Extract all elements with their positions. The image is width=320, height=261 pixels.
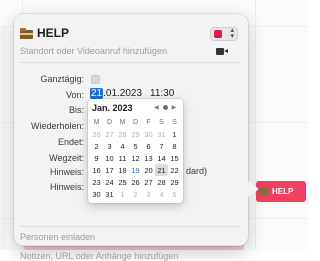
calendar-day[interactable]: 31	[103, 188, 116, 200]
calendar-day[interactable]: 22	[168, 164, 181, 176]
calendar-day[interactable]: 24	[103, 176, 116, 188]
all-day-checkbox[interactable]	[91, 75, 100, 84]
weekday-header: S	[159, 118, 164, 126]
calendar-month-label: Jan. 2023	[92, 103, 133, 113]
calendar-day[interactable]: 6	[142, 140, 155, 152]
calendar-day-today[interactable]: 19	[129, 164, 142, 176]
weekday-header: F	[146, 118, 151, 126]
calendar-day-grid: M D M D F S S 26 27 28 29 30 31 1 2 3 4 5 6 7 8 9 10 11 12 13 14 15…	[90, 116, 181, 200]
calendar-day[interactable]: 18	[116, 164, 129, 176]
calendar-day[interactable]: 10	[103, 152, 116, 164]
weekday-header: D	[132, 118, 139, 126]
calendar-day[interactable]: 3	[103, 140, 116, 152]
folder-icon	[20, 27, 33, 39]
background-left-strip	[0, 26, 6, 250]
calendar-day[interactable]: 30	[142, 128, 155, 140]
calendar-day[interactable]: 30	[90, 188, 103, 200]
calendar-day[interactable]: 13	[142, 152, 155, 164]
from-label: Von:	[65, 90, 84, 100]
calendar-color-swatch	[214, 30, 222, 38]
from-date-field[interactable]: 21 .01.2023	[90, 88, 142, 99]
calendar-day[interactable]: 29	[168, 176, 181, 188]
event-title-row[interactable]: HELP	[20, 26, 69, 40]
calendar-day[interactable]: 7	[155, 140, 168, 152]
chevron-up-down-icon: ▴ ▾	[230, 27, 234, 40]
weekday-header: M	[93, 118, 100, 126]
calendar-day[interactable]: 15	[168, 152, 181, 164]
weekday-header: S	[172, 118, 177, 126]
calendar-day[interactable]: 28	[116, 128, 129, 140]
calendar-day[interactable]: 4	[116, 140, 129, 152]
calendar-day[interactable]: 12	[129, 152, 142, 164]
background-event-title: HELP	[272, 187, 294, 196]
calendar-day[interactable]: 28	[155, 176, 168, 188]
calendar-color-picker[interactable]: ▴ ▾	[210, 27, 238, 41]
calendar-day[interactable]: 29	[129, 128, 142, 140]
calendar-day[interactable]: 16	[90, 164, 103, 176]
calendar-day[interactable]: 25	[116, 176, 129, 188]
alert-value[interactable]: dard)	[186, 166, 207, 176]
calendar-day[interactable]: 27	[103, 128, 116, 140]
previous-month-button[interactable]: ◀	[154, 104, 159, 111]
weekday-header: M	[119, 118, 126, 126]
divider	[20, 62, 240, 63]
calendar-day[interactable]: 5	[129, 140, 142, 152]
calendar-day[interactable]: 3	[142, 188, 155, 200]
calendar-day[interactable]: 9	[90, 152, 103, 164]
folder-icon	[259, 188, 269, 195]
event-title[interactable]: HELP	[37, 26, 69, 40]
background-event-block[interactable]: HELP	[256, 181, 306, 202]
second-alert-label: Hinweis:	[49, 182, 84, 192]
from-date-day-segment[interactable]: 21	[90, 88, 104, 99]
divider	[20, 226, 240, 227]
calendar-day[interactable]: 8	[168, 140, 181, 152]
calendar-day[interactable]: 20	[142, 164, 155, 176]
from-date-rest-segment[interactable]: .01.2023	[103, 88, 142, 99]
date-picker-calendar[interactable]: Jan. 2023 ◀ ▶ M D M D F S S 26 27 28 29 30 31 1 2 3 4 5 6 7…	[88, 99, 183, 203]
invite-people-input[interactable]: Personen einladen	[20, 232, 95, 242]
calendar-day[interactable]: 26	[90, 128, 103, 140]
travel-time-label: Wegzeit:	[49, 153, 84, 163]
next-month-button[interactable]: ▶	[172, 104, 177, 111]
calendar-day[interactable]: 17	[103, 164, 116, 176]
location-input[interactable]: Standort oder Videoanruf hinzufügen	[20, 46, 167, 56]
calendar-navigation: ◀ ▶	[154, 104, 176, 111]
calendar-day[interactable]: 2	[129, 188, 142, 200]
calendar-day[interactable]: 4	[155, 188, 168, 200]
calendar-day[interactable]: 5	[168, 188, 181, 200]
calendar-day[interactable]: 14	[155, 152, 168, 164]
calendar-day[interactable]: 2	[90, 140, 103, 152]
repeat-label: Wiederholen:	[30, 121, 84, 131]
today-button[interactable]	[162, 105, 168, 110]
calendar-day[interactable]: 27	[142, 176, 155, 188]
weekday-header: D	[106, 118, 113, 126]
background-grid-line	[255, 0, 256, 250]
calendar-day[interactable]: 23	[90, 176, 103, 188]
from-time-field[interactable]: 11:30	[150, 88, 174, 99]
notes-input[interactable]: Notizen, URL oder Anhänge hinzufügen	[20, 251, 178, 261]
calendar-day[interactable]: 31	[155, 128, 168, 140]
divider	[20, 245, 240, 246]
to-label: Bis:	[68, 105, 84, 115]
alert-label: Hinweis:	[49, 167, 84, 177]
ends-label: Endet:	[57, 137, 84, 147]
calendar-day[interactable]: 26	[129, 176, 142, 188]
calendar-day[interactable]: 1	[116, 188, 129, 200]
calendar-day[interactable]: 1	[168, 128, 181, 140]
calendar-day[interactable]: 11	[116, 152, 129, 164]
all-day-label: Ganztägig:	[40, 74, 84, 84]
video-camera-icon[interactable]	[216, 47, 229, 56]
calendar-day-selected[interactable]: 21	[155, 164, 168, 176]
